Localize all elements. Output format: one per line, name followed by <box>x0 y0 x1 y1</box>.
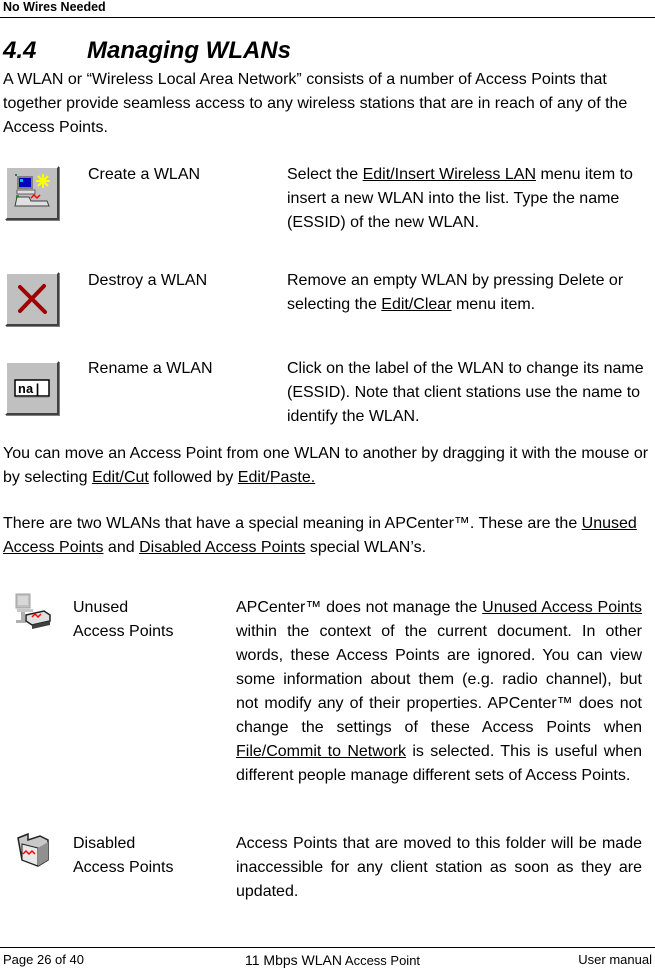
special-wlans-paragraph: There are two WLANs that have a special … <box>3 515 637 556</box>
section-heading: 4.4 Managing WLANs <box>3 37 291 65</box>
edit-clear-menu-ref: Edit/Clear <box>381 296 452 313</box>
unused-access-points-label: Unused Access Points <box>73 599 174 640</box>
unused-access-points-icon <box>14 593 54 633</box>
footer-rule <box>0 947 655 948</box>
destroy-wlan-icon <box>5 272 59 326</box>
rename-wlan-label: Rename a WLAN <box>88 360 213 377</box>
move-paragraph: You can move an Access Point from one WL… <box>3 445 649 486</box>
header-rule <box>0 17 655 18</box>
edit-paste-menu-ref: Edit/Paste. <box>237 469 316 486</box>
unused-access-points-ref-2: Unused Access Points <box>482 599 642 616</box>
page-number: Page 26 of 40 <box>3 952 84 967</box>
create-wlan-label: Create a WLAN <box>88 166 201 183</box>
unused-access-points-description: APCenter™ does not manage the Unused Acc… <box>236 599 643 784</box>
running-header: No Wires Needed <box>3 0 106 14</box>
document-type: User manual <box>578 952 652 967</box>
create-wlan-icon <box>5 166 59 220</box>
disabled-access-points-label: Disabled Access Points <box>73 835 174 876</box>
disabled-access-points-icon <box>14 830 54 870</box>
destroy-wlan-description: Remove an empty WLAN by pressing Delete … <box>287 272 624 313</box>
intro-paragraph: A WLAN or “Wireless Local Area Network” … <box>3 71 628 136</box>
section-title: Managing WLANs <box>87 37 291 64</box>
edit-cut-menu-ref: Edit/Cut <box>91 469 149 486</box>
rename-wlan-icon: na| <box>5 361 59 415</box>
product-name: 11 Mbps WLAN Access Point <box>245 952 421 968</box>
section-number: 4.4 <box>3 37 37 64</box>
create-wlan-description: Select the Edit/Insert Wireless LAN menu… <box>287 166 633 231</box>
edit-insert-wireless-lan-menu-ref: Edit/Insert Wireless LAN <box>362 166 536 183</box>
rename-wlan-description: Click on the label of the WLAN to change… <box>287 360 644 425</box>
svg-text:na|: na| <box>18 382 41 397</box>
file-commit-to-network-menu-ref: File/Commit to Network <box>236 743 407 760</box>
disabled-access-points-ref: Disabled Access Points <box>139 539 306 556</box>
destroy-wlan-label: Destroy a WLAN <box>88 272 208 289</box>
disabled-access-points-description: Access Points that are moved to this fol… <box>236 835 642 900</box>
